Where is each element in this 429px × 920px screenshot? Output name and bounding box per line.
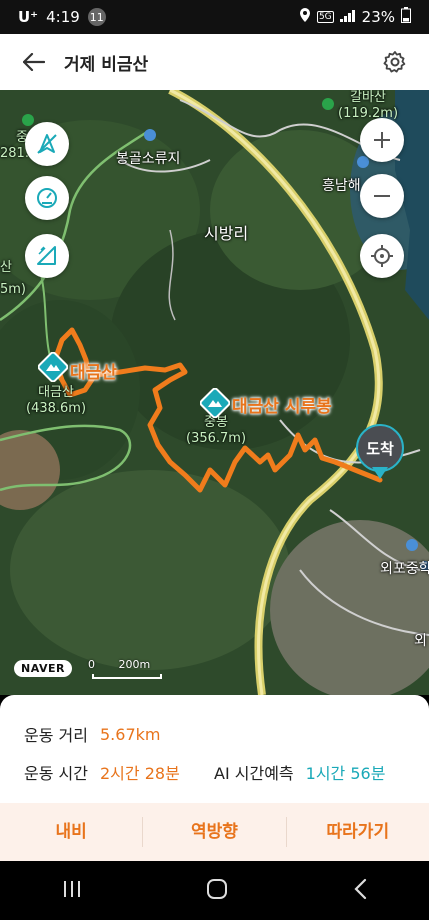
time-label: 운동 시간 (24, 764, 88, 783)
zoom-in-button[interactable] (360, 118, 404, 162)
location-icon (299, 8, 311, 26)
my-location-button[interactable] (360, 234, 404, 278)
scale-label: 0 200m (88, 658, 151, 671)
arrival-pin[interactable]: 도착 (356, 424, 404, 472)
page-title: 거제 비금산 (64, 54, 149, 75)
zoom-out-button[interactable] (360, 174, 404, 218)
navigate-button[interactable]: 내비 (0, 803, 142, 861)
heungnam-label: 흥남해 (322, 178, 361, 194)
system-back-button[interactable] (353, 878, 367, 904)
clock: 4:19 (46, 8, 80, 26)
compass-off-icon (37, 134, 57, 154)
map-view[interactable]: 갈바산 (119.2m) 중봉 281.4m) 봉골소류지 시방리 흥남해 산 … (0, 90, 429, 695)
ai-estimate-label: AI 시간예측 (214, 764, 294, 783)
left-edge-peak-label: 산 5m) (0, 260, 27, 297)
slope-icon (37, 246, 56, 265)
chevron-left-icon (354, 878, 366, 899)
action-bar: 내비 역방향 따라가기 (0, 803, 429, 861)
distance-value: 5.67km (100, 724, 161, 744)
status-bar: U⁺ 4:19 11 5G 23% (0, 0, 429, 34)
plus-icon (374, 132, 390, 148)
signal-icon (339, 8, 356, 26)
sibangri-label: 시방리 (204, 224, 249, 243)
back-arrow-icon (23, 53, 45, 71)
app-bar: 거제 비금산 (0, 34, 429, 90)
crosshair-icon (371, 245, 393, 267)
daegeumsan-peak-label: 대금산 (438.6m) (26, 385, 87, 416)
gear-icon (383, 51, 406, 73)
siroobong-trail-label: 대금산 시루봉 (232, 397, 332, 417)
home-icon (207, 878, 228, 899)
distance-row: 운동 거리 5.67km (24, 715, 405, 753)
galbasan-label: 갈바산 (119.2m) (338, 90, 399, 121)
compass-off-button[interactable] (25, 122, 69, 166)
network-label: 5G (316, 11, 334, 23)
speedometer-icon (37, 188, 57, 208)
settings-button[interactable] (377, 44, 413, 80)
speed-button[interactable] (25, 176, 69, 220)
battery-icon (401, 7, 411, 27)
mountain-icon[interactable] (199, 387, 231, 422)
home-button[interactable] (206, 878, 228, 904)
system-nav-bar (0, 861, 429, 920)
reverse-button[interactable]: 역방향 (143, 803, 285, 861)
ai-estimate-value: 1시간 56분 (305, 764, 386, 783)
oepo-school-label: 외포중학 (380, 561, 429, 577)
naver-logo: NAVER (14, 660, 72, 677)
carrier-label: U⁺ (18, 8, 39, 26)
scale-bar (92, 674, 162, 679)
recent-apps-icon (64, 880, 81, 897)
follow-button[interactable]: 따라가기 (287, 803, 429, 861)
elevation-button[interactable] (25, 234, 69, 278)
time-row: 운동 시간 2시간 28분 AI 시간예측 1시간 56분 (24, 753, 405, 791)
bongol-reservoir-label: 봉골소류지 (116, 151, 181, 167)
battery-level: 23% (361, 8, 395, 26)
back-button[interactable] (16, 44, 52, 80)
distance-label: 운동 거리 (24, 726, 88, 745)
daegeumsan-trail-label: 대금산 (70, 363, 117, 383)
arrival-pin-tail (372, 467, 388, 479)
mountain-icon[interactable] (37, 351, 69, 386)
route-stats-panel: 운동 거리 5.67km 운동 시간 2시간 28분 AI 시간예측 1시간 5… (0, 695, 429, 803)
recent-apps-button[interactable] (62, 880, 82, 902)
minus-icon (374, 195, 390, 197)
time-value: 2시간 28분 (100, 764, 180, 783)
oe-label: 외 (414, 633, 427, 649)
notification-badge: 11 (87, 8, 106, 26)
